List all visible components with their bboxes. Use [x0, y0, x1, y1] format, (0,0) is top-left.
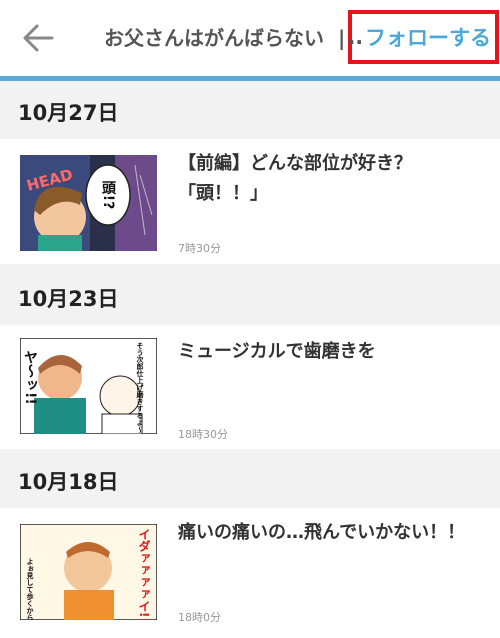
post-time: 7時30分 — [178, 242, 221, 255]
title-ellipsis: .. — [347, 25, 363, 49]
thumb-bubble-text: そう次郎仕上げ磨きするよ〜 — [136, 342, 145, 434]
date-heading: 10月27日 — [0, 84, 500, 139]
app-header: お父さんはがんばらない | .. フォローする — [0, 0, 500, 76]
post-card[interactable]: ヤ〜ッ!! そう次郎仕上げ磨きするよ〜 ミュージカルで歯磨きを 18時30分 — [0, 325, 500, 449]
post-title-line1: 痛いの痛いの…飛んでいかない！！ — [178, 522, 466, 543]
thumb-shout-text: イダァァァァイ!! — [137, 528, 151, 620]
thumb-shout-text: ヤ〜ッ!! — [22, 350, 38, 405]
post-title: ミュージカルで歯磨きを — [178, 337, 478, 367]
post-thumbnail[interactable]: イダァァァァイ!! よぉ見して歩くから… — [20, 524, 157, 620]
header-accent-line — [0, 76, 500, 81]
post-title-line2: 「頭！！」 — [178, 183, 268, 204]
post-time: 18時30分 — [178, 428, 228, 441]
post-title-line1: 【前編】どんな部位が好き？ — [178, 153, 412, 174]
thumb-bubble-text: 頭!? — [100, 181, 116, 210]
post-time: 18時0分 — [178, 611, 221, 624]
thumb-bubble-text: よぉ見して歩くから… — [26, 558, 35, 620]
date-heading: 10月18日 — [0, 453, 500, 508]
post-card[interactable]: HEAD 頭!? 【前編】どんな部位が好き？ 「頭！！」 7時30分 — [0, 139, 500, 264]
date-heading: 10月23日 — [0, 270, 500, 325]
post-title: 痛いの痛いの…飛んでいかない！！ — [178, 518, 478, 548]
follow-button[interactable]: フォローする — [365, 22, 491, 52]
back-button[interactable] — [16, 18, 60, 58]
title-separator: | — [338, 26, 346, 50]
blog-title: お父さんはがんばらない — [104, 26, 324, 50]
post-title: 【前編】どんな部位が好き？ 「頭！！」 — [178, 149, 478, 209]
post-card[interactable]: イダァァァァイ!! よぉ見して歩くから… 痛いの痛いの…飛んでいかない！！ 18… — [0, 508, 500, 638]
follow-highlight-box: .. フォローする — [348, 10, 499, 64]
post-thumbnail[interactable]: HEAD 頭!? — [20, 155, 157, 251]
post-title-line1: ミュージカルで歯磨きを — [178, 341, 376, 362]
post-thumbnail[interactable]: ヤ〜ッ!! そう次郎仕上げ磨きするよ〜 — [20, 338, 157, 434]
back-arrow-icon — [23, 24, 54, 52]
